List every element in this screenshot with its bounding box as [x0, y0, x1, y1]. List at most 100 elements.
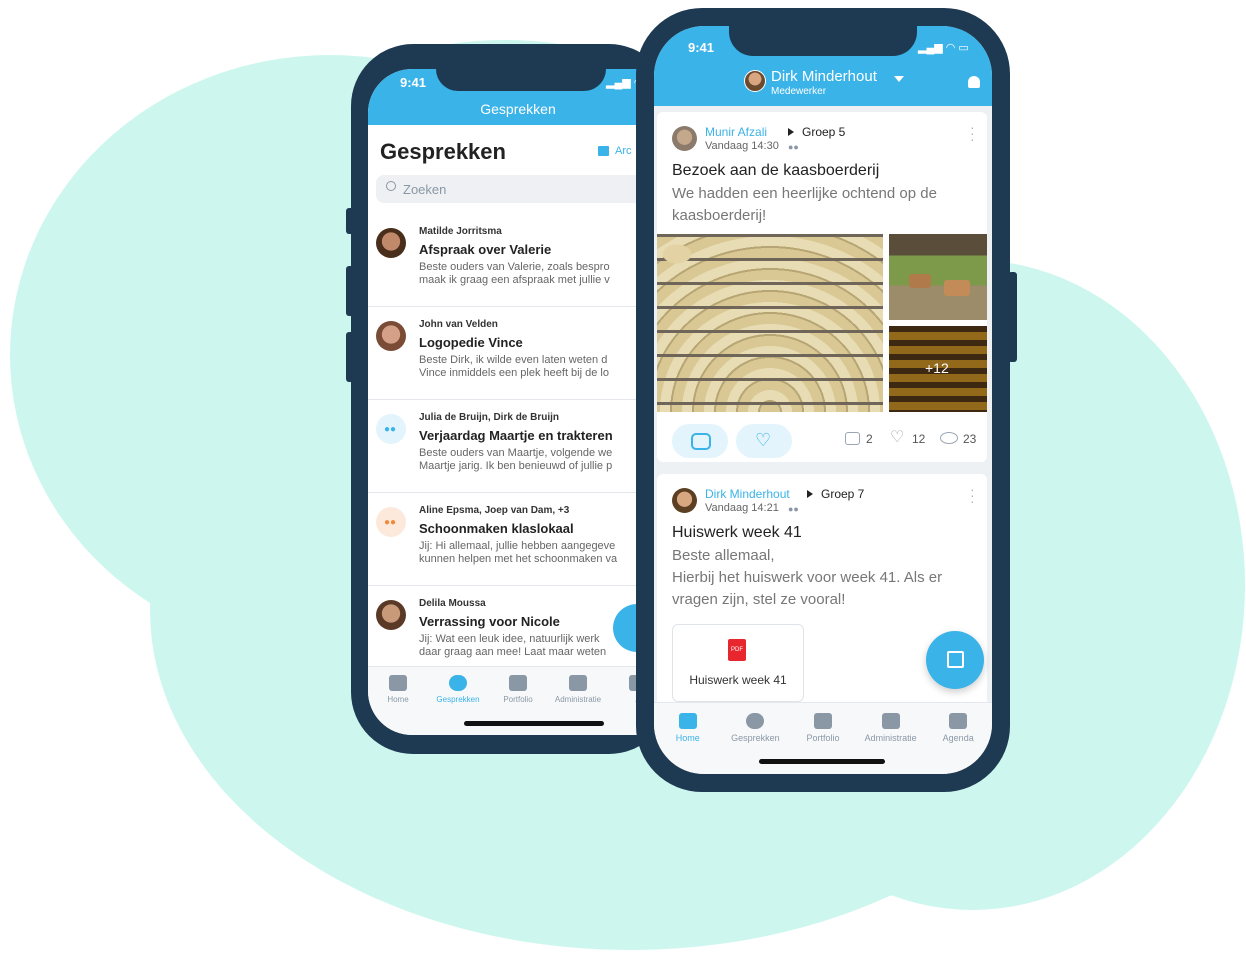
excerpt-line: Jij: Wat een leuk idee, natuurlijk werk: [419, 633, 600, 645]
tab-label: Portfolio: [806, 733, 840, 743]
conversation-title: Logopedie Vince: [419, 335, 523, 350]
conversation-excerpt: Beste ouders van Valerie, zoals bespro ma…: [419, 261, 610, 287]
conversation-row[interactable]: Matilde Jorritsma Afspraak over Valerie Be…: [368, 214, 668, 307]
comment-button[interactable]: [672, 424, 728, 458]
archive-label: Arc: [615, 145, 632, 157]
tab-portfolio[interactable]: Portfolio: [488, 675, 548, 704]
conversation-row[interactable]: ●● Julia de Bruijn, Dirk de Bruijn Verjaar…: [368, 400, 668, 493]
more-options-icon[interactable]: · · ·: [970, 120, 975, 146]
search-input[interactable]: Zoeken: [376, 175, 668, 203]
post-author[interactable]: Munir Afzali: [705, 125, 767, 139]
post-body: vragen zijn, stel ze vooral!: [672, 591, 846, 608]
group-people-icon: ●●: [384, 424, 397, 435]
post-body: kaasboerderij!: [672, 207, 767, 224]
portfolio-icon: [509, 675, 527, 691]
portfolio-icon: [813, 713, 832, 729]
search-icon: [386, 181, 396, 191]
photo-cheese[interactable]: [657, 234, 883, 412]
excerpt-line: Maartje jarig. Ik ben benieuwd of jullie…: [419, 460, 613, 472]
attachment-card[interactable]: PDF Huiswerk week 41: [672, 624, 804, 702]
pdf-icon: PDF: [728, 639, 746, 661]
tab-home[interactable]: Home: [368, 675, 428, 704]
tab-label: Administratie: [864, 733, 917, 743]
comment-count: 2: [866, 432, 873, 446]
signal-icon: ▂▄▆ ◠ ▭: [918, 42, 969, 54]
like-count: 12: [912, 432, 926, 446]
like-count-icon: ♡: [890, 429, 905, 446]
chevron-down-icon[interactable]: [894, 76, 904, 82]
tab-agenda[interactable]: Agenda: [924, 713, 992, 743]
avatar: [376, 321, 406, 351]
photo-cows[interactable]: [889, 234, 987, 320]
archive-button[interactable]: Arc: [598, 145, 632, 157]
chat-icon: [746, 713, 765, 729]
post-author[interactable]: Dirk Minderhout: [705, 487, 790, 501]
more-options-icon[interactable]: · · ·: [970, 482, 975, 508]
author-avatar: [672, 126, 697, 151]
user-avatar[interactable]: [744, 70, 766, 92]
excerpt-line: Beste ouders van Valerie, zoals bespro: [419, 261, 610, 273]
view-count: 23: [963, 432, 977, 446]
conversation-excerpt: Beste ouders van Maartje, volgende we Maa…: [419, 447, 612, 473]
back-phone-frame: 9:41 ▂▄▆ ◠ Gesprekken Gesprekken Arc Zoe…: [351, 44, 671, 754]
conversation-title: Verrassing voor Nicole: [419, 614, 560, 629]
page-title: Gesprekken: [380, 139, 506, 164]
front-phone-screen: 9:41 ▂▄▆ ◠ ▭ Dirk Minderhout Medewerker …: [654, 26, 992, 774]
conversation-row[interactable]: ●● Aline Epsma, Joep van Dam, +3 Schoonmak…: [368, 493, 668, 586]
excerpt-line: Beste Dirk, ik wilde even laten weten d: [419, 354, 608, 366]
excerpt-line: maak ik graag een afspraak met jullie v: [419, 274, 610, 286]
excerpt-line: Beste ouders van Maartje, volgende we: [419, 447, 613, 459]
search-placeholder: Zoeken: [403, 182, 447, 197]
nav-title: Gesprekken: [480, 101, 556, 117]
home-icon: [678, 713, 697, 729]
tab-label: Gesprekken: [731, 733, 780, 743]
conversation-title: Schoonmaken klaslokaal: [419, 521, 574, 536]
play-arrow-icon: [788, 128, 794, 136]
photo-cheese-shop[interactable]: +12: [889, 326, 987, 412]
notch: [436, 69, 606, 91]
excerpt-line: Vince inmiddels een plek heeft bij de lo: [419, 367, 609, 379]
post-time: Vandaag 14:21: [705, 502, 779, 514]
comment-icon: [691, 433, 711, 450]
conversation-sender: Matilde Jorritsma: [419, 226, 502, 237]
tab-label: Home: [387, 695, 409, 704]
tab-label: Administratie: [554, 695, 602, 704]
conversation-excerpt: Beste Dirk, ik wilde even laten weten dV…: [419, 354, 609, 380]
status-time: 9:41: [400, 75, 427, 90]
user-name[interactable]: Dirk Minderhout: [771, 68, 877, 85]
home-indicator: [759, 759, 885, 764]
audience-icon: ●●: [788, 142, 799, 152]
compose-button[interactable]: [926, 631, 984, 689]
tab-gesprekken[interactable]: Gesprekken: [722, 713, 790, 743]
excerpt-line: Jij: Hi allemaal, jullie hebben aangegev…: [419, 540, 616, 552]
conversation-sender: Aline Epsma, Joep van Dam, +3: [419, 505, 570, 516]
home-icon: [389, 675, 407, 691]
user-role: Medewerker: [771, 86, 827, 97]
post-body: We hadden een heerlijke ochtend op de: [672, 185, 937, 202]
tab-gesprekken[interactable]: Gesprekken: [428, 675, 488, 704]
front-phone-frame: 9:41 ▂▄▆ ◠ ▭ Dirk Minderhout Medewerker …: [636, 8, 1010, 792]
post-title: Bezoek aan de kaasboerderij: [672, 162, 880, 179]
post-time: Vandaag 14:30: [705, 140, 779, 152]
tab-administratie[interactable]: Administratie: [548, 675, 608, 704]
post-group: Groep 7: [821, 487, 865, 501]
status-time: 9:41: [688, 40, 715, 55]
tab-label: Gesprekken: [436, 695, 480, 704]
conversation-sender: John van Velden: [419, 319, 498, 330]
administration-icon: [881, 713, 900, 729]
conversation-sender: Delila Moussa: [419, 598, 486, 609]
views-icon: [940, 432, 958, 444]
play-arrow-icon: [807, 490, 813, 498]
tab-home[interactable]: Home: [654, 713, 722, 743]
post-card: Munir Afzali Groep 5 Vandaag 14:30 ●● · ·…: [657, 112, 987, 462]
conversation-row[interactable]: John van Velden Logopedie Vince Beste Dirk…: [368, 307, 668, 400]
notification-bell-icon[interactable]: [968, 76, 980, 88]
tab-administratie[interactable]: Administratie: [857, 713, 925, 743]
comment-count-icon: [845, 432, 860, 445]
like-button[interactable]: ♡: [736, 424, 792, 458]
more-photos-count[interactable]: +12: [925, 360, 949, 376]
tab-portfolio[interactable]: Portfolio: [789, 713, 857, 743]
avatar: [376, 228, 406, 258]
attachment-name: Huiswerk week 41: [689, 673, 787, 687]
conversation-excerpt: Jij: Wat een leuk idee, natuurlijk werk d…: [419, 633, 606, 659]
